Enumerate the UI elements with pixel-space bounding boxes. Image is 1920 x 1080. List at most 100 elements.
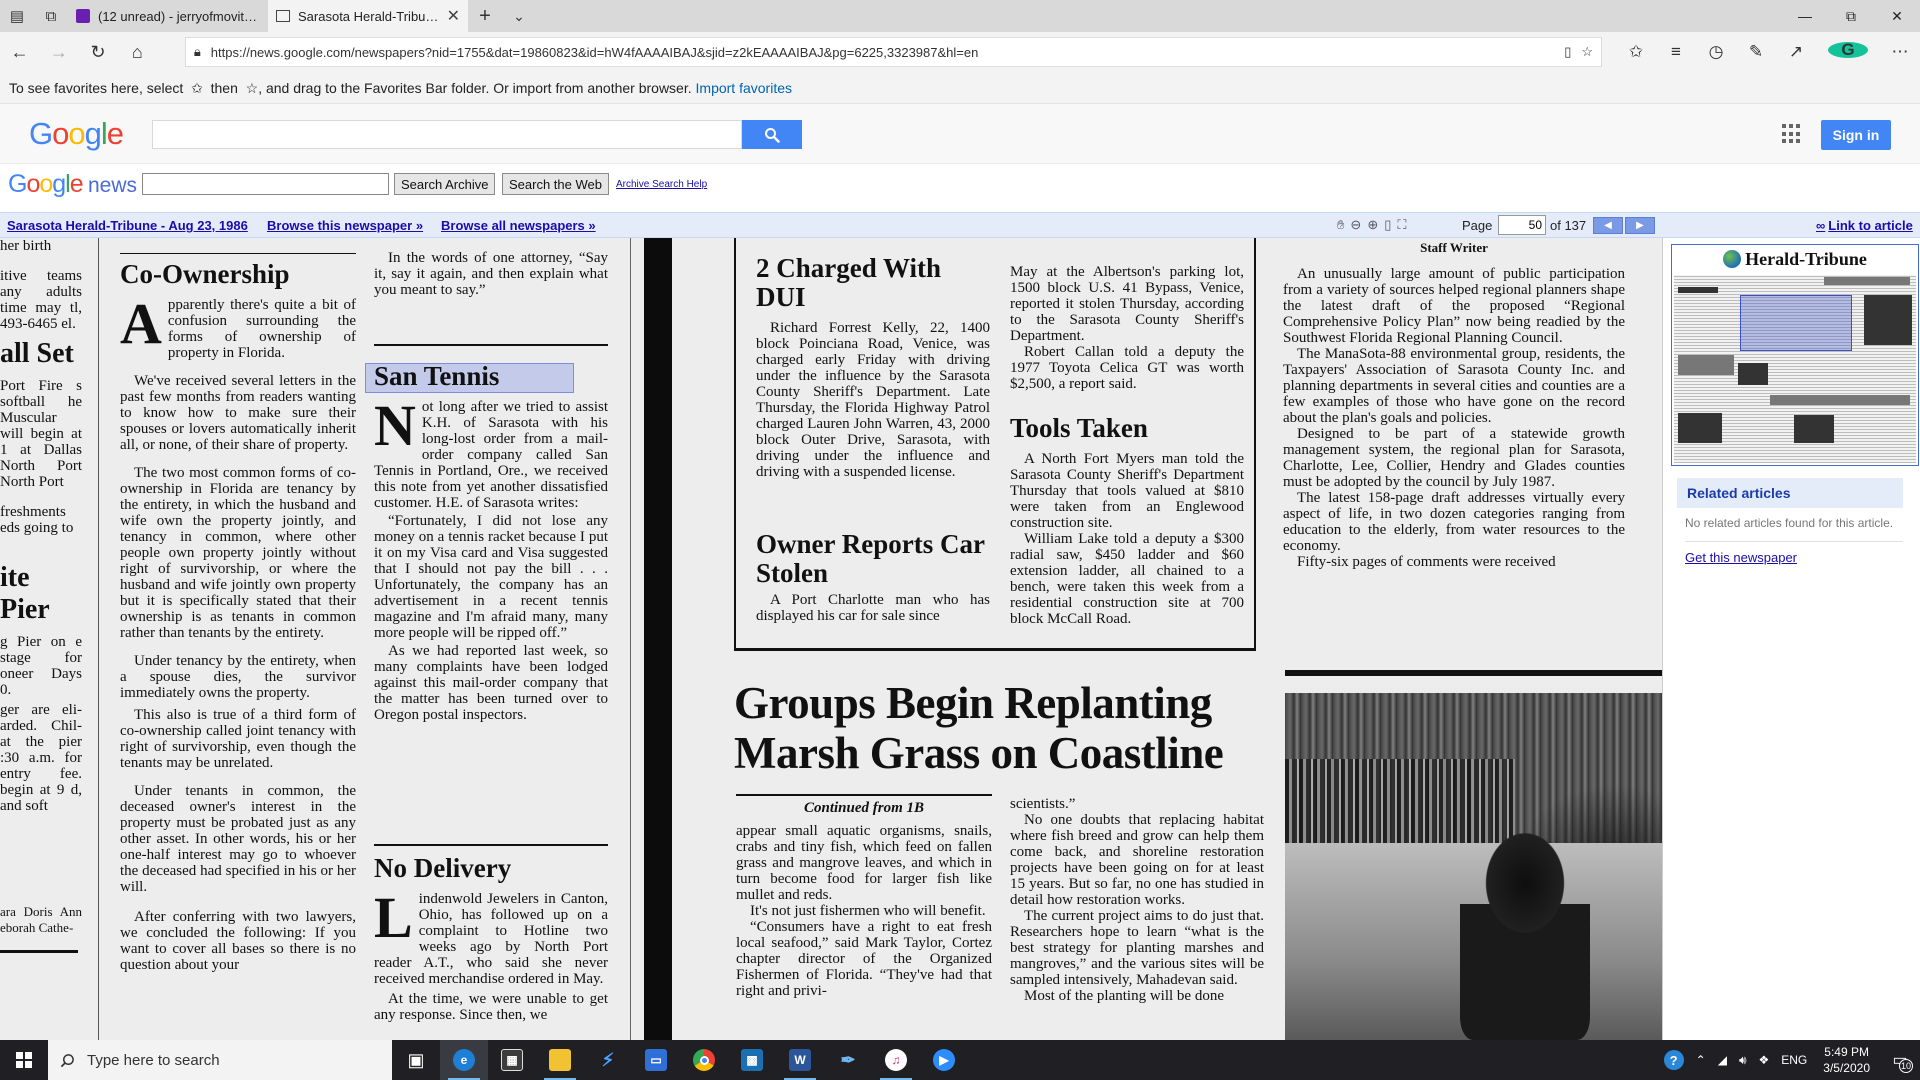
headline-dui: 2 Charged With DUI: [756, 253, 942, 312]
task-view-button[interactable]: ▣: [392, 1040, 440, 1080]
page-gutter: [644, 238, 672, 1040]
restore-icon[interactable]: ⧉: [1828, 0, 1874, 32]
google-news-label: news: [88, 174, 138, 197]
search-archive-button[interactable]: Search Archive: [394, 173, 496, 195]
tab-actions-icon[interactable]: ▤: [0, 0, 34, 32]
favorites-icon[interactable]: ✩: [1616, 42, 1656, 62]
archive-search-input[interactable]: [142, 173, 389, 195]
tab-preview-chevron-icon[interactable]: ⌄: [502, 0, 536, 32]
paper-date-link[interactable]: Sarasota Herald-Tribune - Aug 23, 1986: [7, 218, 248, 233]
favorite-star-icon[interactable]: ☆: [1581, 44, 1593, 60]
volume-icon[interactable]: 🔊︎: [1733, 1053, 1753, 1068]
set-aside-tabs-icon[interactable]: ⧉: [34, 0, 68, 32]
action-center-button[interactable]: ▭ 10: [1880, 1040, 1920, 1080]
dropcap: N: [374, 393, 416, 458]
article-car-stolen-continued: May at the Albertson's parking lot, 1500…: [1010, 264, 1244, 392]
google-news-logo[interactable]: Google: [8, 170, 84, 199]
taskbar-app-feather[interactable]: ✒︎: [824, 1040, 872, 1080]
zoom-in-icon[interactable]: ⊕: [1367, 217, 1378, 233]
url-text[interactable]: https://news.google.com/newspapers?nid=1…: [211, 45, 1554, 60]
dropbox-icon[interactable]: ❖: [1753, 1053, 1776, 1067]
page-number-input[interactable]: [1498, 215, 1546, 235]
taskbar-store[interactable]: ▦: [488, 1040, 536, 1080]
minimize-icon[interactable]: —: [1782, 0, 1828, 32]
share-icon[interactable]: ↗: [1776, 42, 1816, 62]
fullscreen-icon[interactable]: ⛶: [1397, 217, 1406, 233]
close-tab-icon[interactable]: ✕: [447, 6, 460, 26]
reading-list-icon[interactable]: ≡: [1656, 42, 1696, 62]
more-icon[interactable]: ⋯: [1880, 42, 1920, 62]
taskbar-search-box[interactable]: Type here to search: [48, 1040, 392, 1080]
history-icon[interactable]: ◷: [1696, 42, 1736, 62]
article-marsh-grass-col2: scientists.” No one doubts that replacin…: [1010, 796, 1264, 1004]
pen-icon[interactable]: ✎: [1736, 42, 1776, 62]
search-icon: [60, 1053, 74, 1067]
google-search-button[interactable]: [742, 120, 802, 149]
continued-from: Continued from 1B: [803, 800, 925, 816]
search-icon: [765, 127, 780, 143]
taskbar-app-gallery[interactable]: ▩: [728, 1040, 776, 1080]
headline-car-stolen: Owner Reports Car Stolen: [756, 529, 985, 588]
triangle-right-icon: ▶: [1636, 220, 1644, 231]
newspaper-nav-bar: Sarasota Herald-Tribune - Aug 23, 1986 B…: [0, 212, 1920, 238]
newspaper-photo: [1285, 693, 1662, 1040]
address-bar[interactable]: 🔒︎ https://news.google.com/newspapers?ni…: [184, 37, 1602, 67]
show-hidden-icons-icon[interactable]: ⌃: [1690, 1053, 1712, 1067]
clock[interactable]: 5:49 PM 3/5/2020: [1813, 1044, 1880, 1076]
zoom-out-icon[interactable]: ⊖: [1350, 217, 1361, 233]
archive-search-help-link[interactable]: Archive Search Help: [616, 179, 707, 190]
close-window-icon[interactable]: ✕: [1874, 0, 1920, 32]
fit-page-icon[interactable]: ▯: [1384, 217, 1391, 233]
edge-icon: e: [453, 1049, 475, 1071]
grammarly-icon[interactable]: G: [1828, 40, 1868, 59]
hand-tool-icon[interactable]: ✋︎: [1337, 217, 1344, 233]
tab-sarasota-herald-tribune[interactable]: Sarasota Herald-Tribune ✕: [268, 0, 468, 32]
taskbar-edge[interactable]: e: [440, 1040, 488, 1080]
previous-page-button[interactable]: ◀: [1593, 217, 1623, 234]
search-web-button[interactable]: Search the Web: [502, 173, 609, 195]
browse-this-newspaper-link[interactable]: Browse this newspaper »: [267, 218, 423, 233]
refresh-icon[interactable]: ↻: [78, 32, 117, 72]
taskbar-chrome[interactable]: [680, 1040, 728, 1080]
thumbnail-page-image[interactable]: [1674, 275, 1916, 463]
page-count: of 137: [1550, 218, 1587, 233]
language-indicator[interactable]: ENG: [1775, 1053, 1813, 1067]
import-favorites-link[interactable]: Import favorites: [696, 80, 792, 96]
link-to-article[interactable]: ∞ Link to article: [1816, 218, 1913, 233]
next-page-button[interactable]: ▶: [1625, 217, 1655, 234]
thumbnail-viewport[interactable]: [1740, 295, 1852, 351]
headline-no-delivery: No Delivery: [374, 853, 512, 883]
newspaper-viewer[interactable]: her birth itive teams any adults time ma…: [0, 238, 1662, 1040]
forward-icon[interactable]: →: [39, 32, 78, 72]
network-icon[interactable]: ◢: [1712, 1053, 1733, 1067]
get-this-newspaper-link[interactable]: Get this newspaper: [1677, 542, 1903, 573]
column-rule: [736, 794, 992, 796]
google-apps-icon[interactable]: [1782, 124, 1802, 144]
taskbar-zoom[interactable]: ▶: [920, 1040, 968, 1080]
taskbar-itunes[interactable]: ♫: [872, 1040, 920, 1080]
tab-yahoo-mail[interactable]: (12 unread) - jerryofmovite…: [68, 0, 268, 32]
home-icon[interactable]: ⌂: [118, 32, 157, 72]
google-search-input[interactable]: [152, 120, 742, 149]
article-marsh-grass: Groups Begin Replanting Marsh Grass on C…: [734, 678, 1254, 778]
taskbar-word[interactable]: W: [776, 1040, 824, 1080]
folder-icon: [549, 1049, 571, 1071]
start-button[interactable]: [0, 1040, 48, 1080]
back-icon[interactable]: ←: [0, 32, 39, 72]
help-tray-button[interactable]: ?: [1658, 1050, 1690, 1070]
system-tray: ? ⌃ ◢ 🔊︎ ❖ ENG 5:49 PM 3/5/2020 ▭ 10: [1658, 1040, 1920, 1080]
sign-in-button[interactable]: Sign in: [1821, 120, 1891, 150]
taskbar-app-bolt[interactable]: ⚡︎: [584, 1040, 632, 1080]
column-rule: [374, 844, 608, 846]
column-rule: [120, 253, 356, 254]
favorites-bar: To see favorites here, select ✩ then ☆, …: [0, 72, 1920, 104]
taskbar-file-explorer[interactable]: [536, 1040, 584, 1080]
reading-view-icon[interactable]: ▯: [1564, 44, 1571, 60]
new-tab-button[interactable]: +: [468, 0, 502, 32]
taskbar-app-window[interactable]: ▭: [632, 1040, 680, 1080]
column-divider: [630, 238, 631, 1040]
page-thumbnail[interactable]: Herald-Tribune: [1671, 244, 1919, 466]
google-logo[interactable]: Google: [29, 116, 124, 152]
box-rule: [1254, 238, 1256, 648]
browse-all-newspapers-link[interactable]: Browse all newspapers »: [441, 218, 596, 233]
